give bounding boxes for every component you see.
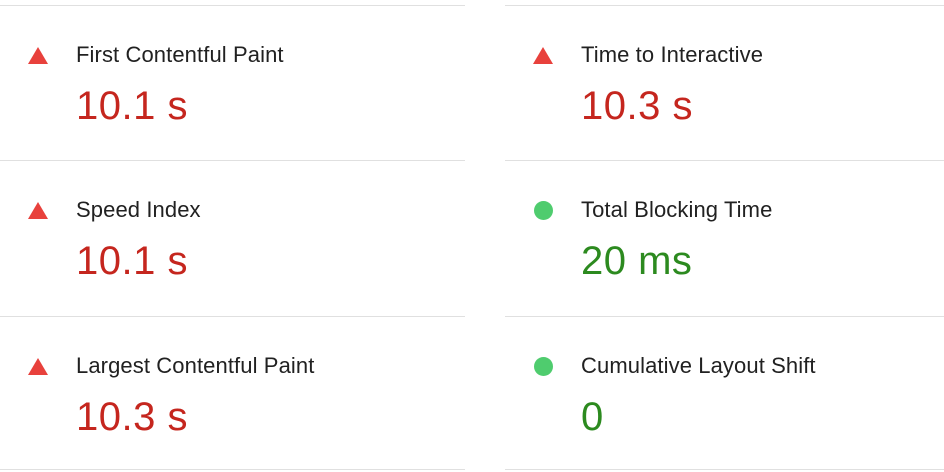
metric-total-blocking-time: Total Blocking Time 20 ms — [505, 161, 944, 316]
metric-label: First Contentful Paint — [76, 42, 284, 67]
metric-label: Speed Index — [76, 197, 201, 222]
metrics-column-right: Time to Interactive 10.3 s Total Blockin… — [505, 0, 944, 472]
metric-label: Time to Interactive — [581, 42, 764, 67]
pass-circle-icon — [534, 357, 553, 376]
warning-triangle-icon — [28, 358, 48, 375]
metric-largest-contentful-paint: Largest Contentful Paint 10.3 s — [0, 317, 465, 472]
divider — [505, 469, 944, 470]
metric-value: 10.1 s — [76, 84, 188, 128]
metric-label: Largest Contentful Paint — [76, 353, 315, 378]
metric-cumulative-layout-shift: Cumulative Layout Shift 0 — [505, 317, 944, 472]
metric-label: Cumulative Layout Shift — [581, 353, 816, 378]
warning-triangle-icon — [28, 47, 48, 64]
divider — [0, 469, 465, 470]
metric-time-to-interactive: Time to Interactive 10.3 s — [505, 6, 944, 161]
metric-speed-index: Speed Index 10.1 s — [0, 161, 465, 316]
warning-triangle-icon — [28, 202, 48, 219]
metric-value: 20 ms — [581, 239, 693, 283]
metrics-column-left: First Contentful Paint 10.1 s Speed Inde… — [0, 0, 465, 472]
metric-label: Total Blocking Time — [581, 197, 773, 222]
metric-value: 10.3 s — [581, 84, 693, 128]
warning-triangle-icon — [533, 47, 553, 64]
metric-first-contentful-paint: First Contentful Paint 10.1 s — [0, 6, 465, 161]
pass-circle-icon — [534, 201, 553, 220]
metric-value: 10.3 s — [76, 395, 188, 439]
metric-value: 0 — [581, 395, 604, 439]
metrics-panel: First Contentful Paint 10.1 s Speed Inde… — [0, 0, 944, 472]
metric-value: 10.1 s — [76, 239, 188, 283]
